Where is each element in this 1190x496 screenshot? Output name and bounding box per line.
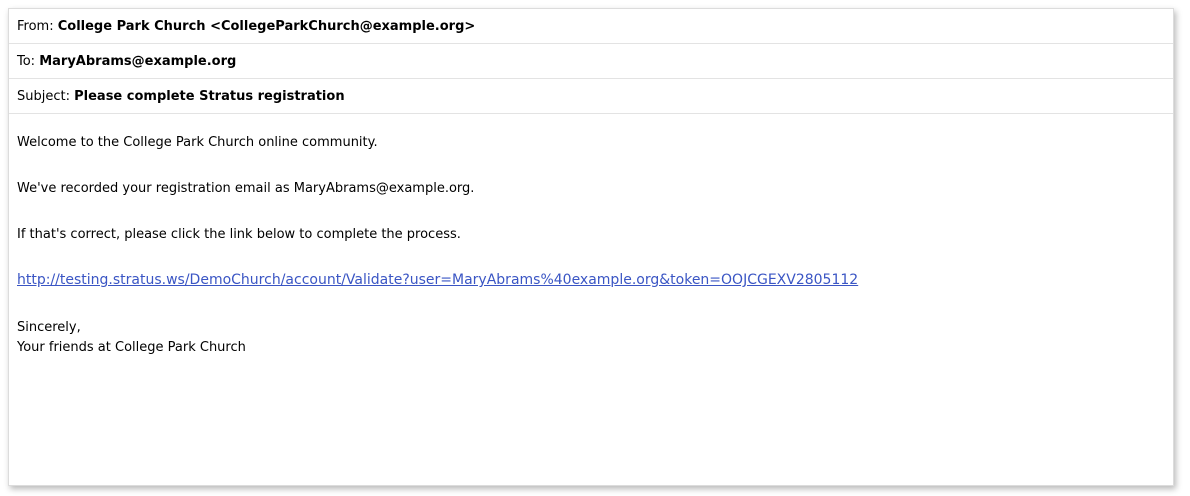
subject-label: Subject: [17, 89, 75, 104]
welcome-text: Welcome to the College Park Church onlin… [17, 135, 378, 150]
from-value: College Park Church <CollegeParkChurch@e… [57, 19, 476, 34]
validation-link-row: http://testing.stratus.ws/DemoChurch/acc… [17, 272, 1165, 289]
instruction-text: If that's correct, please click the link… [17, 227, 461, 242]
signature-text: Your friends at College Park Church [17, 340, 246, 355]
from-row: From: College Park Church <CollegeParkCh… [9, 9, 1173, 44]
to-value: MaryAbrams@example.org [39, 54, 237, 69]
recorded-email-text: We've recorded your registration email a… [17, 181, 475, 196]
closing-text: Sincerely, [17, 320, 81, 335]
email-message: From: College Park Church <CollegeParkCh… [8, 8, 1174, 486]
from-label: From: [17, 19, 58, 34]
subject-row: Subject: Please complete Stratus registr… [9, 79, 1173, 114]
validation-link[interactable]: http://testing.stratus.ws/DemoChurch/acc… [17, 272, 858, 288]
to-label: To: [17, 54, 40, 69]
subject-value: Please complete Stratus registration [74, 89, 345, 104]
email-body: Welcome to the College Park Church onlin… [9, 114, 1173, 358]
to-row: To: MaryAbrams@example.org [9, 44, 1173, 79]
